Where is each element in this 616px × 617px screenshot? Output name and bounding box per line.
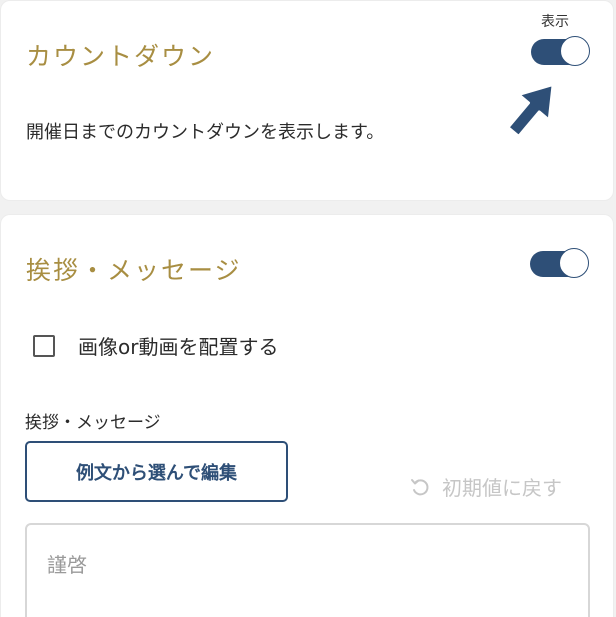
greeting-title: 挨拶・メッセージ [26, 256, 242, 285]
media-checkbox-label: 画像or動画を配置する [78, 335, 279, 359]
settings-page: カウントダウン 表示 開催日までのカウントダウンを表示します。 挨拶・メッセージ… [0, 0, 616, 617]
countdown-toggle[interactable] [531, 36, 590, 66]
countdown-toggle-caption: 表示 [541, 14, 569, 30]
countdown-title: カウントダウン [26, 42, 216, 71]
toggle-knob [560, 36, 590, 66]
cursor-arrow-icon [506, 82, 555, 138]
undo-icon [411, 478, 429, 495]
greeting-field-label: 挨拶・メッセージ [25, 413, 161, 433]
greeting-toggle[interactable] [530, 248, 589, 278]
select-example-button[interactable]: 例文から選んで編集 [25, 441, 288, 502]
reset-label: 初期値に戻す [442, 476, 562, 500]
greeting-message-text: 謹啓 [47, 553, 87, 577]
media-checkbox[interactable] [33, 334, 55, 357]
media-checkbox-row[interactable]: 画像or動画を配置する [33, 331, 278, 360]
toggle-knob [559, 248, 589, 278]
reset-to-default-button[interactable]: 初期値に戻す [410, 472, 562, 501]
greeting-message-textarea[interactable]: 謹啓 [25, 523, 590, 617]
countdown-description: 開催日までのカウントダウンを表示します。 [26, 122, 385, 143]
